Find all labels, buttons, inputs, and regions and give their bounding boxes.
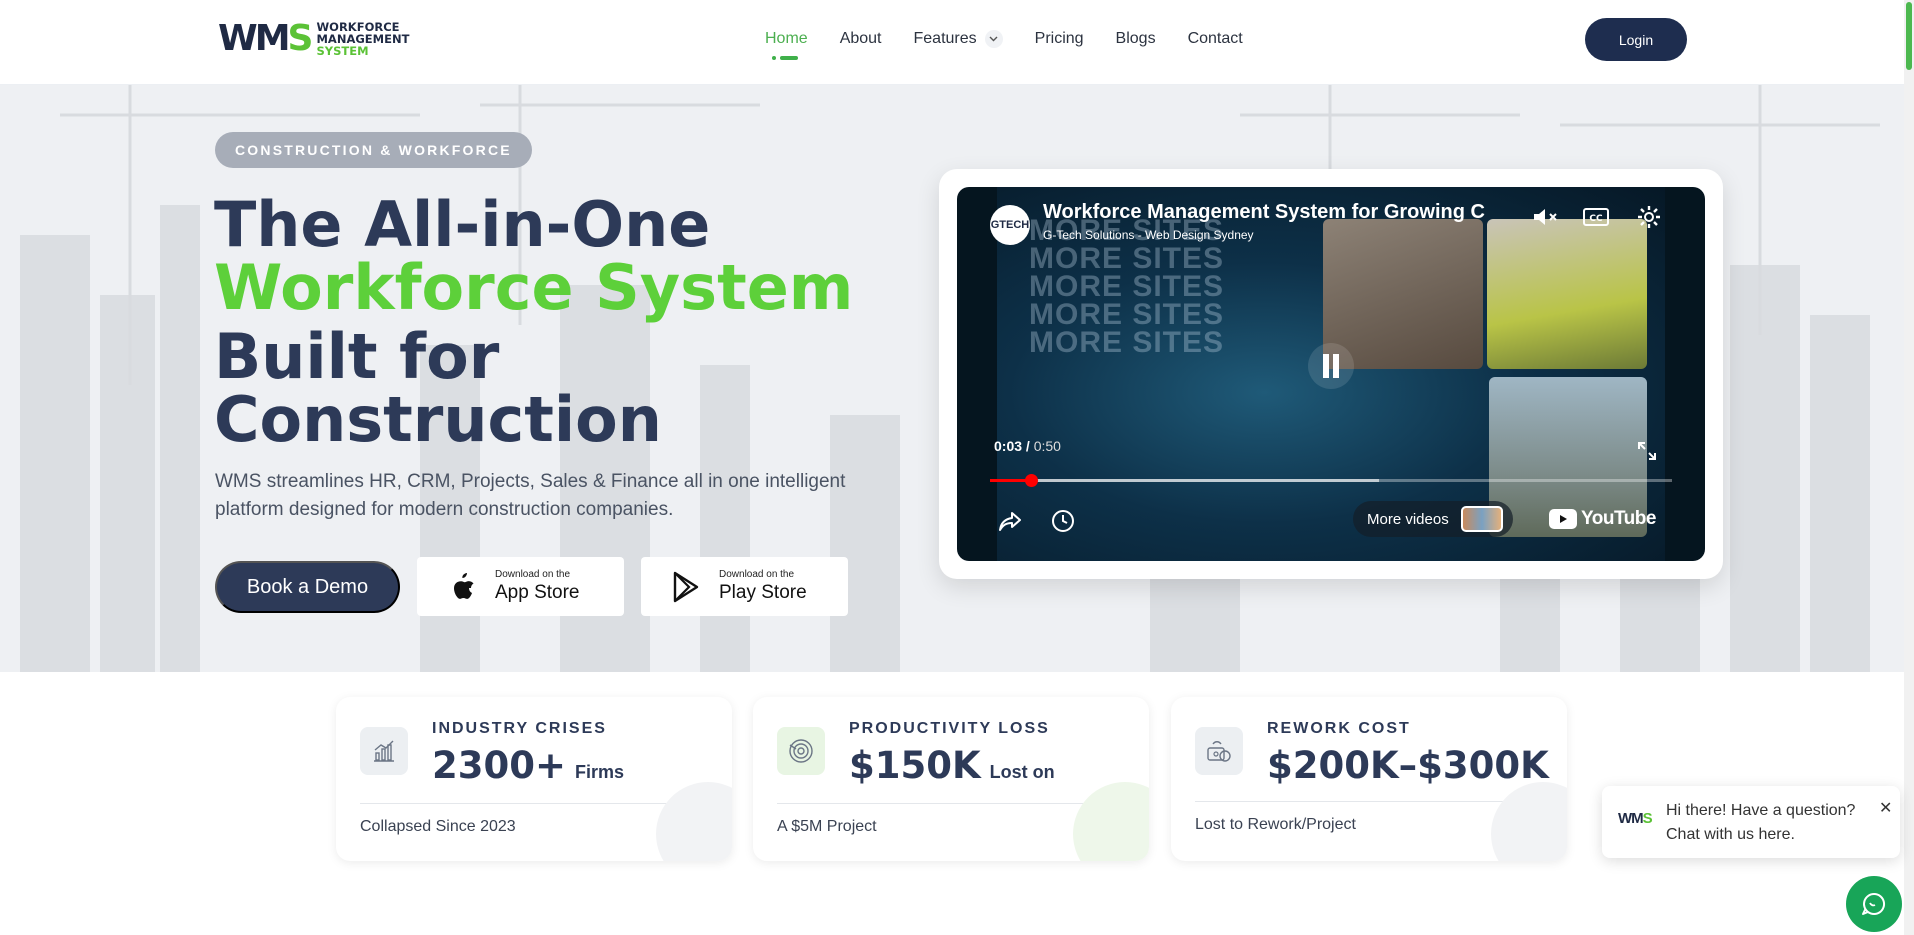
stat-divider <box>1195 801 1543 802</box>
nav-blogs[interactable]: Blogs <box>1116 28 1156 50</box>
nav-home[interactable]: Home <box>765 28 808 60</box>
hero-headline: The All-in-One Workforce System Built fo… <box>214 188 854 456</box>
nav-about[interactable]: About <box>840 28 882 50</box>
stat-divider <box>777 803 1125 804</box>
category-badge: CONSTRUCTION & WORKFORCE <box>215 132 532 168</box>
channel-name[interactable]: G-Tech Solutions - Web Design Sydney <box>1043 228 1254 242</box>
decorative-circle <box>1073 782 1149 861</box>
hero-section: CONSTRUCTION & WORKFORCE The All-in-One … <box>0 85 1904 672</box>
chat-logo: WMS <box>1618 810 1653 827</box>
wms-logo[interactable]: WMS WORKFORCE MANAGEMENT SYSTEM <box>218 16 423 62</box>
video-title[interactable]: Workforce Management System for Growing … <box>1043 201 1503 224</box>
logo-text: WORKFORCE MANAGEMENT SYSTEM <box>316 20 410 58</box>
video-card: MORE SITES MORE SITES MORE SITES MORE SI… <box>939 169 1723 579</box>
scrollbar-thumb[interactable] <box>1906 2 1912 70</box>
close-icon[interactable]: ✕ <box>1879 798 1892 818</box>
logo-mark: WMS <box>218 18 313 59</box>
buffered-bar <box>990 479 1379 482</box>
more-videos-button[interactable]: More videos <box>1353 501 1513 537</box>
stat-footnote: Collapsed Since 2023 <box>360 818 516 835</box>
spiral-icon <box>777 727 825 775</box>
active-indicator <box>772 56 800 60</box>
play-store-icon <box>663 571 709 603</box>
stat-label: INDUSTRY CRISES <box>432 720 607 737</box>
fullscreen-icon[interactable] <box>1631 435 1663 467</box>
stat-card-productivity-loss: PRODUCTIVITY LOSS $150K Lost on A $5M Pro… <box>753 697 1149 861</box>
settings-gear-icon[interactable] <box>1633 201 1665 233</box>
stat-footnote: Lost to Rework/Project <box>1195 816 1356 833</box>
stat-card-industry-crises: INDUSTRY CRISES 2300+ Firms Collapsed Sin… <box>336 697 732 861</box>
stat-label: PRODUCTIVITY LOSS <box>849 720 1050 737</box>
decorative-circle <box>1491 782 1567 861</box>
youtube-player[interactable]: MORE SITES MORE SITES MORE SITES MORE SI… <box>957 187 1705 561</box>
main-nav: Home About Features Pricing Blogs Contac… <box>765 28 1275 60</box>
app-store-button[interactable]: Download on the App Store <box>417 557 624 616</box>
more-videos-thumbnail <box>1460 506 1503 532</box>
chat-bubble-icon <box>1862 892 1886 915</box>
page-scrollbar[interactable] <box>1904 0 1914 935</box>
stat-value: $150K Lost on <box>849 744 1055 787</box>
youtube-play-icon <box>1549 509 1577 529</box>
video-progress-bar[interactable] <box>990 474 1672 487</box>
share-icon[interactable] <box>994 505 1026 537</box>
video-time: 0:03 / 0:50 <box>994 438 1061 454</box>
bar-chart-icon <box>360 727 408 775</box>
apple-icon <box>439 571 485 603</box>
pause-icon[interactable] <box>1308 343 1354 389</box>
stat-card-rework-cost: REWORK COST $200K–$300K Lost to Rework/P… <box>1171 697 1567 861</box>
nav-contact[interactable]: Contact <box>1188 28 1243 50</box>
svg-text:CC: CC <box>1589 214 1603 224</box>
money-icon <box>1195 727 1243 775</box>
site-header: WMS WORKFORCE MANAGEMENT SYSTEM Home Abo… <box>0 0 1904 85</box>
stat-value: 2300+ Firms <box>432 744 625 787</box>
scrubber-knob[interactable] <box>1024 474 1038 487</box>
watch-later-icon[interactable] <box>1047 505 1079 537</box>
stat-divider <box>360 803 708 804</box>
nav-pricing[interactable]: Pricing <box>1035 28 1084 50</box>
video-photo-engineers <box>1487 219 1647 369</box>
stat-footnote: A $5M Project <box>777 818 877 835</box>
play-store-button[interactable]: Download on the Play Store <box>641 557 848 616</box>
stat-value: $200K–$300K <box>1267 744 1549 787</box>
channel-avatar[interactable]: GTECH <box>990 205 1030 245</box>
chevron-down-icon <box>984 30 1003 48</box>
hero-subtitle: WMS streamlines HR, CRM, Projects, Sales… <box>215 471 846 520</box>
nav-features[interactable]: Features <box>914 28 1003 50</box>
book-demo-button[interactable]: Book a Demo <box>215 561 400 613</box>
chat-message: Hi there! Have a question? Chat with us … <box>1666 802 1856 843</box>
video-photo-workers <box>1323 219 1483 369</box>
youtube-logo[interactable]: YouTube <box>1549 508 1656 530</box>
captions-icon[interactable]: CC <box>1580 201 1612 233</box>
mute-icon[interactable] <box>1529 201 1561 233</box>
stat-label: REWORK COST <box>1267 720 1411 737</box>
login-button[interactable]: Login <box>1585 18 1687 61</box>
chat-launcher-button[interactable] <box>1846 876 1902 932</box>
chat-popup[interactable]: WMS Hi there! Have a question? Chat with… <box>1602 786 1900 858</box>
decorative-circle <box>656 782 732 861</box>
